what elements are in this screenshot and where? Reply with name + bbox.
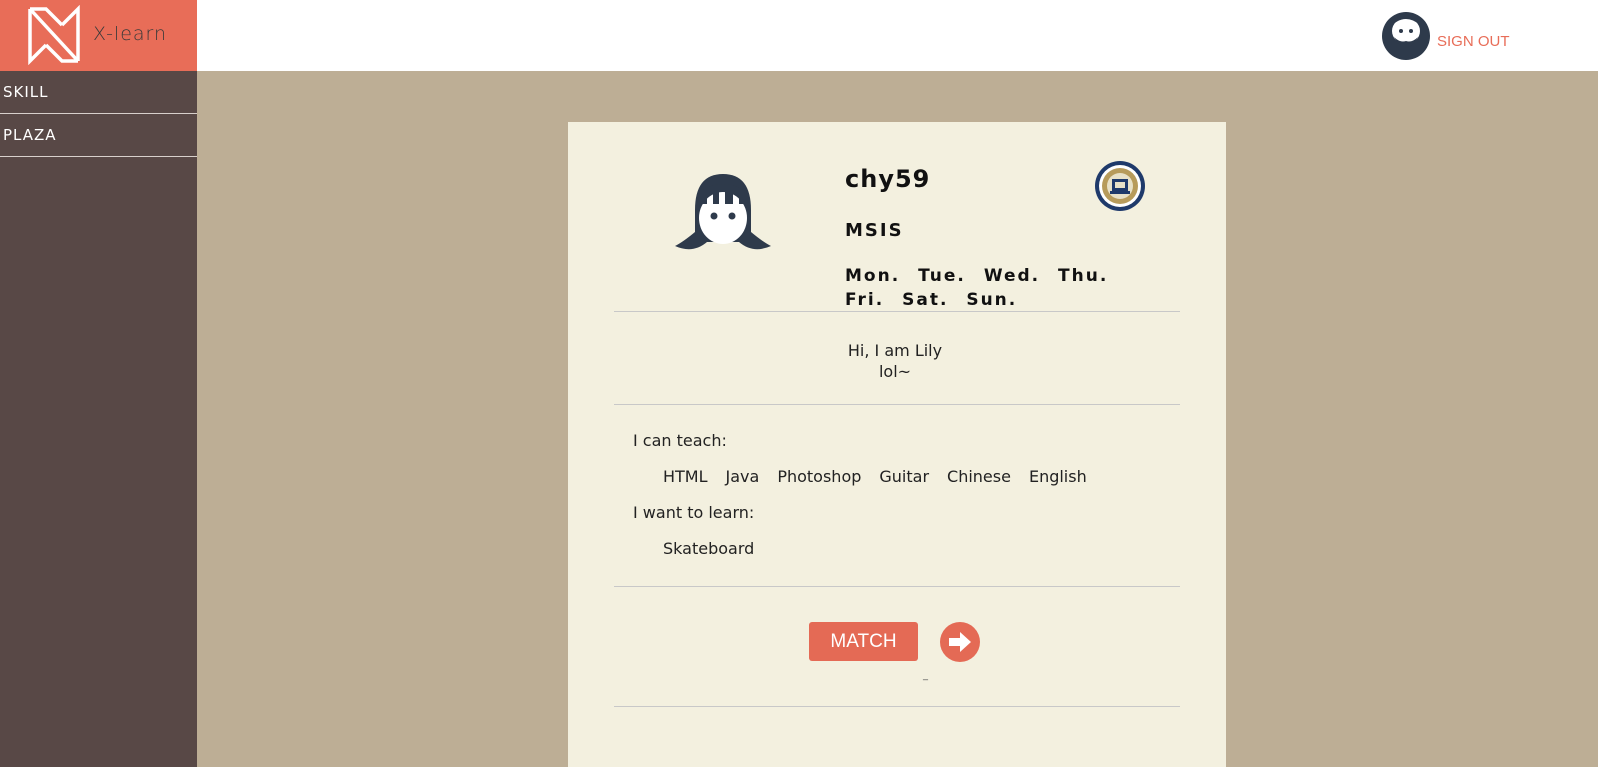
logo-mark-icon [28,5,80,65]
teach-label: I can teach: [633,431,727,450]
profile-bio: Hi, I am Lily lol~ [568,340,1226,382]
girl-avatar-icon [675,174,771,250]
profile-username: chy59 [845,165,931,193]
logo[interactable]: X-learn [0,0,197,71]
skill-tag: Photoshop [777,467,862,486]
profile-major: MSIS [845,220,904,241]
sign-out-link[interactable]: SIGN OUT [1437,33,1510,50]
skill-tag: Chinese [947,467,1011,486]
bio-line: lol~ [878,362,912,381]
bearded-man-avatar-icon[interactable] [1380,9,1432,63]
sidebar-item-plaza[interactable]: PLAZA [0,114,197,157]
tiny-mark: _ [923,670,928,681]
skill-tag: Guitar [879,467,930,486]
arrow-right-circle-icon[interactable] [940,622,980,662]
sidebar-item-skill[interactable]: SKILL [0,71,197,114]
match-button[interactable]: MATCH [809,622,918,661]
divider [614,706,1180,707]
teach-skills-list: HTML Java Photoshop Guitar Chinese Engli… [663,467,1087,486]
bio-line: Hi, I am Lily [847,341,943,360]
top-bar: X-learn SIGN OUT [0,0,1598,71]
skill-tag: HTML [663,467,708,486]
available-days: Mon. Tue. Wed. Thu. Fri. Sat. Sun. [845,266,1109,310]
university-seal-icon [1095,161,1145,211]
learn-skills-list: Skateboard [663,539,754,558]
skill-tag: English [1028,467,1087,486]
profile-card: chy59 MSIS Mon. Tue. Wed. Thu. Fri. Sat.… [568,122,1226,767]
learn-label: I want to learn: [633,503,755,522]
skill-tag: Skateboard [663,539,755,558]
divider [614,404,1180,405]
divider [614,586,1180,587]
skill-tag: Java [725,467,760,486]
divider [614,311,1180,312]
sidebar: SKILL PLAZA [0,71,197,767]
logo-text: X-learn [93,23,168,45]
